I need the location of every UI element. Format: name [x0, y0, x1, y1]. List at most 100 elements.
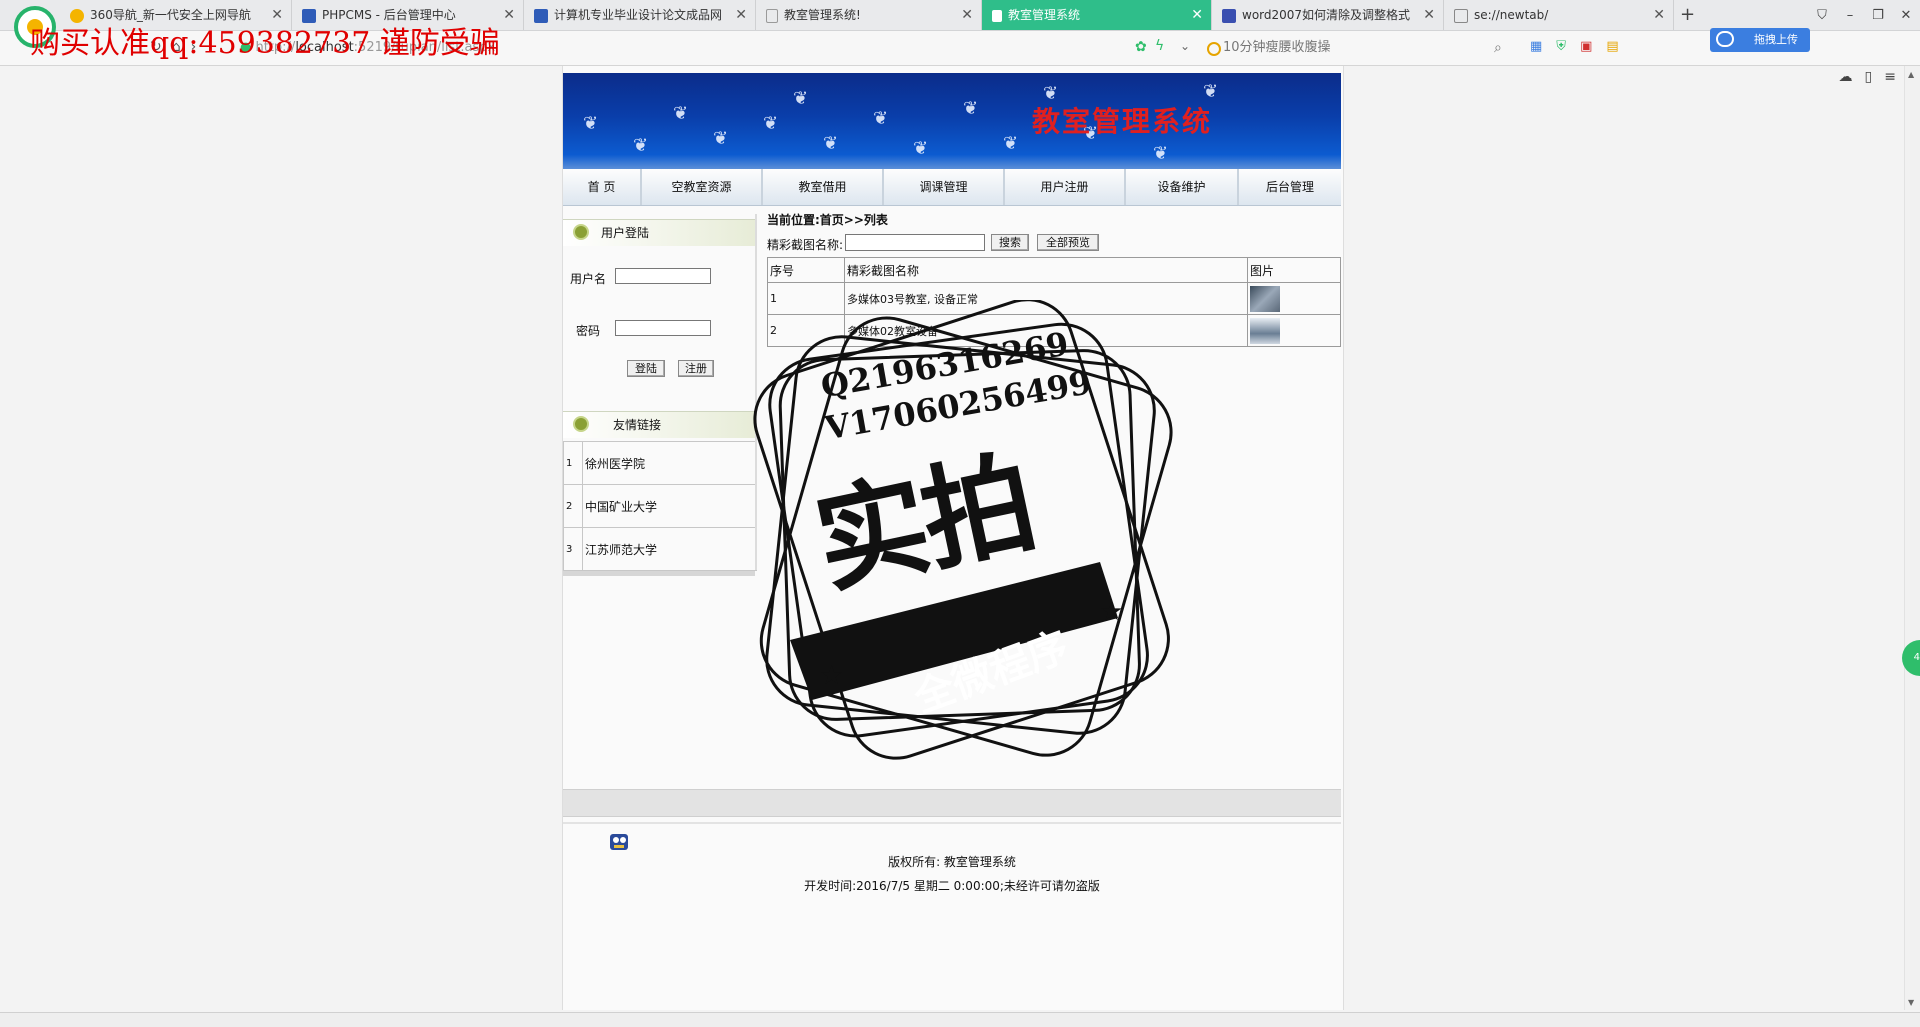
username-input[interactable]: [615, 268, 711, 284]
page-icon: [992, 9, 1002, 22]
svg-text:★: ★: [820, 661, 843, 691]
close-icon[interactable]: ✕: [735, 0, 747, 30]
browser-tab-word[interactable]: word2007如何清除及调整格式 ✕: [1212, 0, 1444, 30]
chevron-down-icon[interactable]: ⌄: [1180, 39, 1190, 53]
lightning-icon[interactable]: ϟ: [1155, 38, 1164, 54]
shield-plus-icon[interactable]: ⛨: [1556, 39, 1580, 54]
footer-copyright: 版权所有: 教室管理系统: [888, 855, 1016, 869]
link-index: 2: [563, 484, 583, 528]
butterfly-icon: ❦: [823, 133, 839, 154]
footer-divider: [563, 822, 1341, 824]
nav-empty-classrooms[interactable]: 空教室资源: [642, 169, 763, 205]
grid-icon: [1454, 8, 1468, 23]
column-header-name: 精彩截图名称: [844, 257, 1248, 283]
classroom-thumbnail[interactable]: [1250, 317, 1280, 344]
row-image: [1247, 314, 1341, 347]
window-controls: ⛉ – ❐ ✕: [1808, 0, 1920, 30]
butterfly-icon: ❦: [963, 98, 979, 119]
login-button[interactable]: 登陆: [627, 360, 665, 377]
panel-bullet-icon: [573, 416, 589, 432]
nav-classroom-borrow[interactable]: 教室借用: [763, 169, 884, 205]
image-icon[interactable]: ▤: [1606, 39, 1632, 54]
close-icon[interactable]: ✕: [1191, 0, 1203, 30]
apps-icon[interactable]: ▦: [1530, 39, 1556, 54]
scroll-up-icon[interactable]: ▲: [1908, 70, 1914, 79]
butterfly-icon: ❦: [633, 135, 649, 156]
screenshot-name-input[interactable]: [845, 234, 985, 251]
shirt-icon[interactable]: ⛉: [1808, 1, 1836, 31]
close-icon[interactable]: ✕: [961, 0, 973, 30]
site-banner: ❦ ❦ ❦ ❦ ❦ ❦ ❦ ❦ ❦ ❦ ❦ ❦ ❦ ❦ ❦: [563, 73, 1341, 169]
butterfly-icon: ❦: [583, 113, 599, 134]
tab-label: 教室管理系统: [1008, 8, 1081, 22]
register-button[interactable]: 注册: [678, 360, 714, 377]
password-input[interactable]: [615, 320, 711, 336]
tab-label: se://newtab/: [1474, 8, 1549, 22]
username-label: 用户名: [570, 272, 607, 286]
login-panel-header: 用户登陆: [563, 219, 755, 246]
login-header-label: 用户登陆: [601, 226, 650, 240]
butterfly-icon: ❦: [793, 88, 809, 109]
column-header-index: 序号: [767, 257, 845, 283]
drag-upload-button[interactable]: 拖拽上传: [1710, 28, 1810, 52]
new-tab-plus-icon[interactable]: +: [1680, 0, 1695, 30]
tab-label: 教室管理系统!: [784, 8, 861, 22]
scam-warning-overlay: 购买认准qq:459382737 谨防受骗: [30, 26, 500, 61]
cloud-upload-icon: [1716, 31, 1734, 47]
window-close-icon[interactable]: ✕: [1892, 1, 1920, 31]
links-header-label: 友情链接: [613, 418, 662, 432]
close-icon[interactable]: ✕: [1653, 0, 1665, 30]
phone-icon[interactable]: ▯: [1865, 69, 1885, 85]
butterfly-icon: ❦: [873, 108, 889, 129]
footer-dev-time: 开发时间:2016/7/5 星期二 0:00:00;未经许可请勿盗版: [804, 879, 1100, 893]
restore-icon[interactable]: ❐: [1864, 1, 1892, 31]
toolbar-extensions: ▦⛨▣▤: [1530, 39, 1633, 54]
footer-bar: [563, 789, 1341, 817]
security-icon[interactable]: ✿: [1135, 39, 1147, 55]
upload-label: 拖拽上传: [1754, 33, 1798, 46]
svg-text:★: ★: [1100, 597, 1123, 627]
close-icon[interactable]: ✕: [503, 0, 515, 30]
site-title: 教室管理系统: [1032, 105, 1213, 138]
minimize-icon[interactable]: –: [1836, 1, 1864, 31]
tab-label: word2007如何清除及调整格式: [1242, 8, 1411, 22]
row-image: [1247, 282, 1341, 315]
search-label: 精彩截图名称:: [767, 238, 844, 252]
butterfly-icon: ❦: [763, 113, 779, 134]
browser-tab-newtab[interactable]: se://newtab/ ✕: [1444, 0, 1674, 30]
browser-tab-classroom-1[interactable]: 教室管理系统! ✕: [756, 0, 982, 30]
search-button[interactable]: 搜索: [991, 234, 1029, 251]
link-index: 3: [563, 527, 583, 571]
classroom-thumbnail[interactable]: [1250, 285, 1280, 312]
butterfly-icon: ❦: [713, 128, 729, 149]
toolbar-right: ☁▯≡: [1839, 69, 1908, 85]
nav-home[interactable]: 首 页: [563, 169, 642, 205]
butterfly-icon: ❦: [1003, 133, 1019, 154]
scroll-down-icon[interactable]: ▼: [1908, 998, 1914, 1007]
page-icon: [766, 8, 778, 23]
close-icon[interactable]: ✕: [1423, 0, 1435, 30]
butterfly-icon: ❦: [673, 103, 689, 124]
nav-schedule-change[interactable]: 调课管理: [884, 169, 1005, 205]
nav-admin[interactable]: 后台管理: [1239, 169, 1341, 205]
nav-user-register[interactable]: 用户注册: [1005, 169, 1126, 205]
table-header-row: 序号 精彩截图名称 图片: [767, 257, 1341, 283]
footer-mascot-icon: [610, 834, 628, 850]
link-index: 1: [563, 441, 583, 485]
tab-favicon-icon: [1222, 8, 1236, 23]
browser-tab-thesis[interactable]: 计算机专业毕业设计论文成品网 ✕: [524, 0, 756, 30]
search-input[interactable]: 10分钟瘦腰收腹操: [1205, 37, 1515, 59]
preview-all-button[interactable]: 全部预览: [1037, 234, 1099, 251]
browser-status-bar: [0, 1012, 1920, 1027]
tab-favicon-icon: [534, 8, 548, 23]
breadcrumb: 当前位置:首页>>列表: [767, 213, 888, 227]
password-label: 密码: [576, 324, 601, 338]
pdf-icon[interactable]: ▣: [1580, 39, 1606, 54]
cloud-icon[interactable]: ☁: [1839, 69, 1865, 85]
butterfly-icon: ❦: [913, 138, 929, 159]
page-scrollbar[interactable]: [1904, 66, 1920, 1010]
butterfly-icon: ❦: [1153, 143, 1169, 164]
browser-tab-classroom-active[interactable]: 教室管理系统 ✕: [982, 0, 1212, 30]
nav-equipment[interactable]: 设备维护: [1126, 169, 1239, 205]
search-icon[interactable]: ⌕: [1494, 40, 1502, 56]
